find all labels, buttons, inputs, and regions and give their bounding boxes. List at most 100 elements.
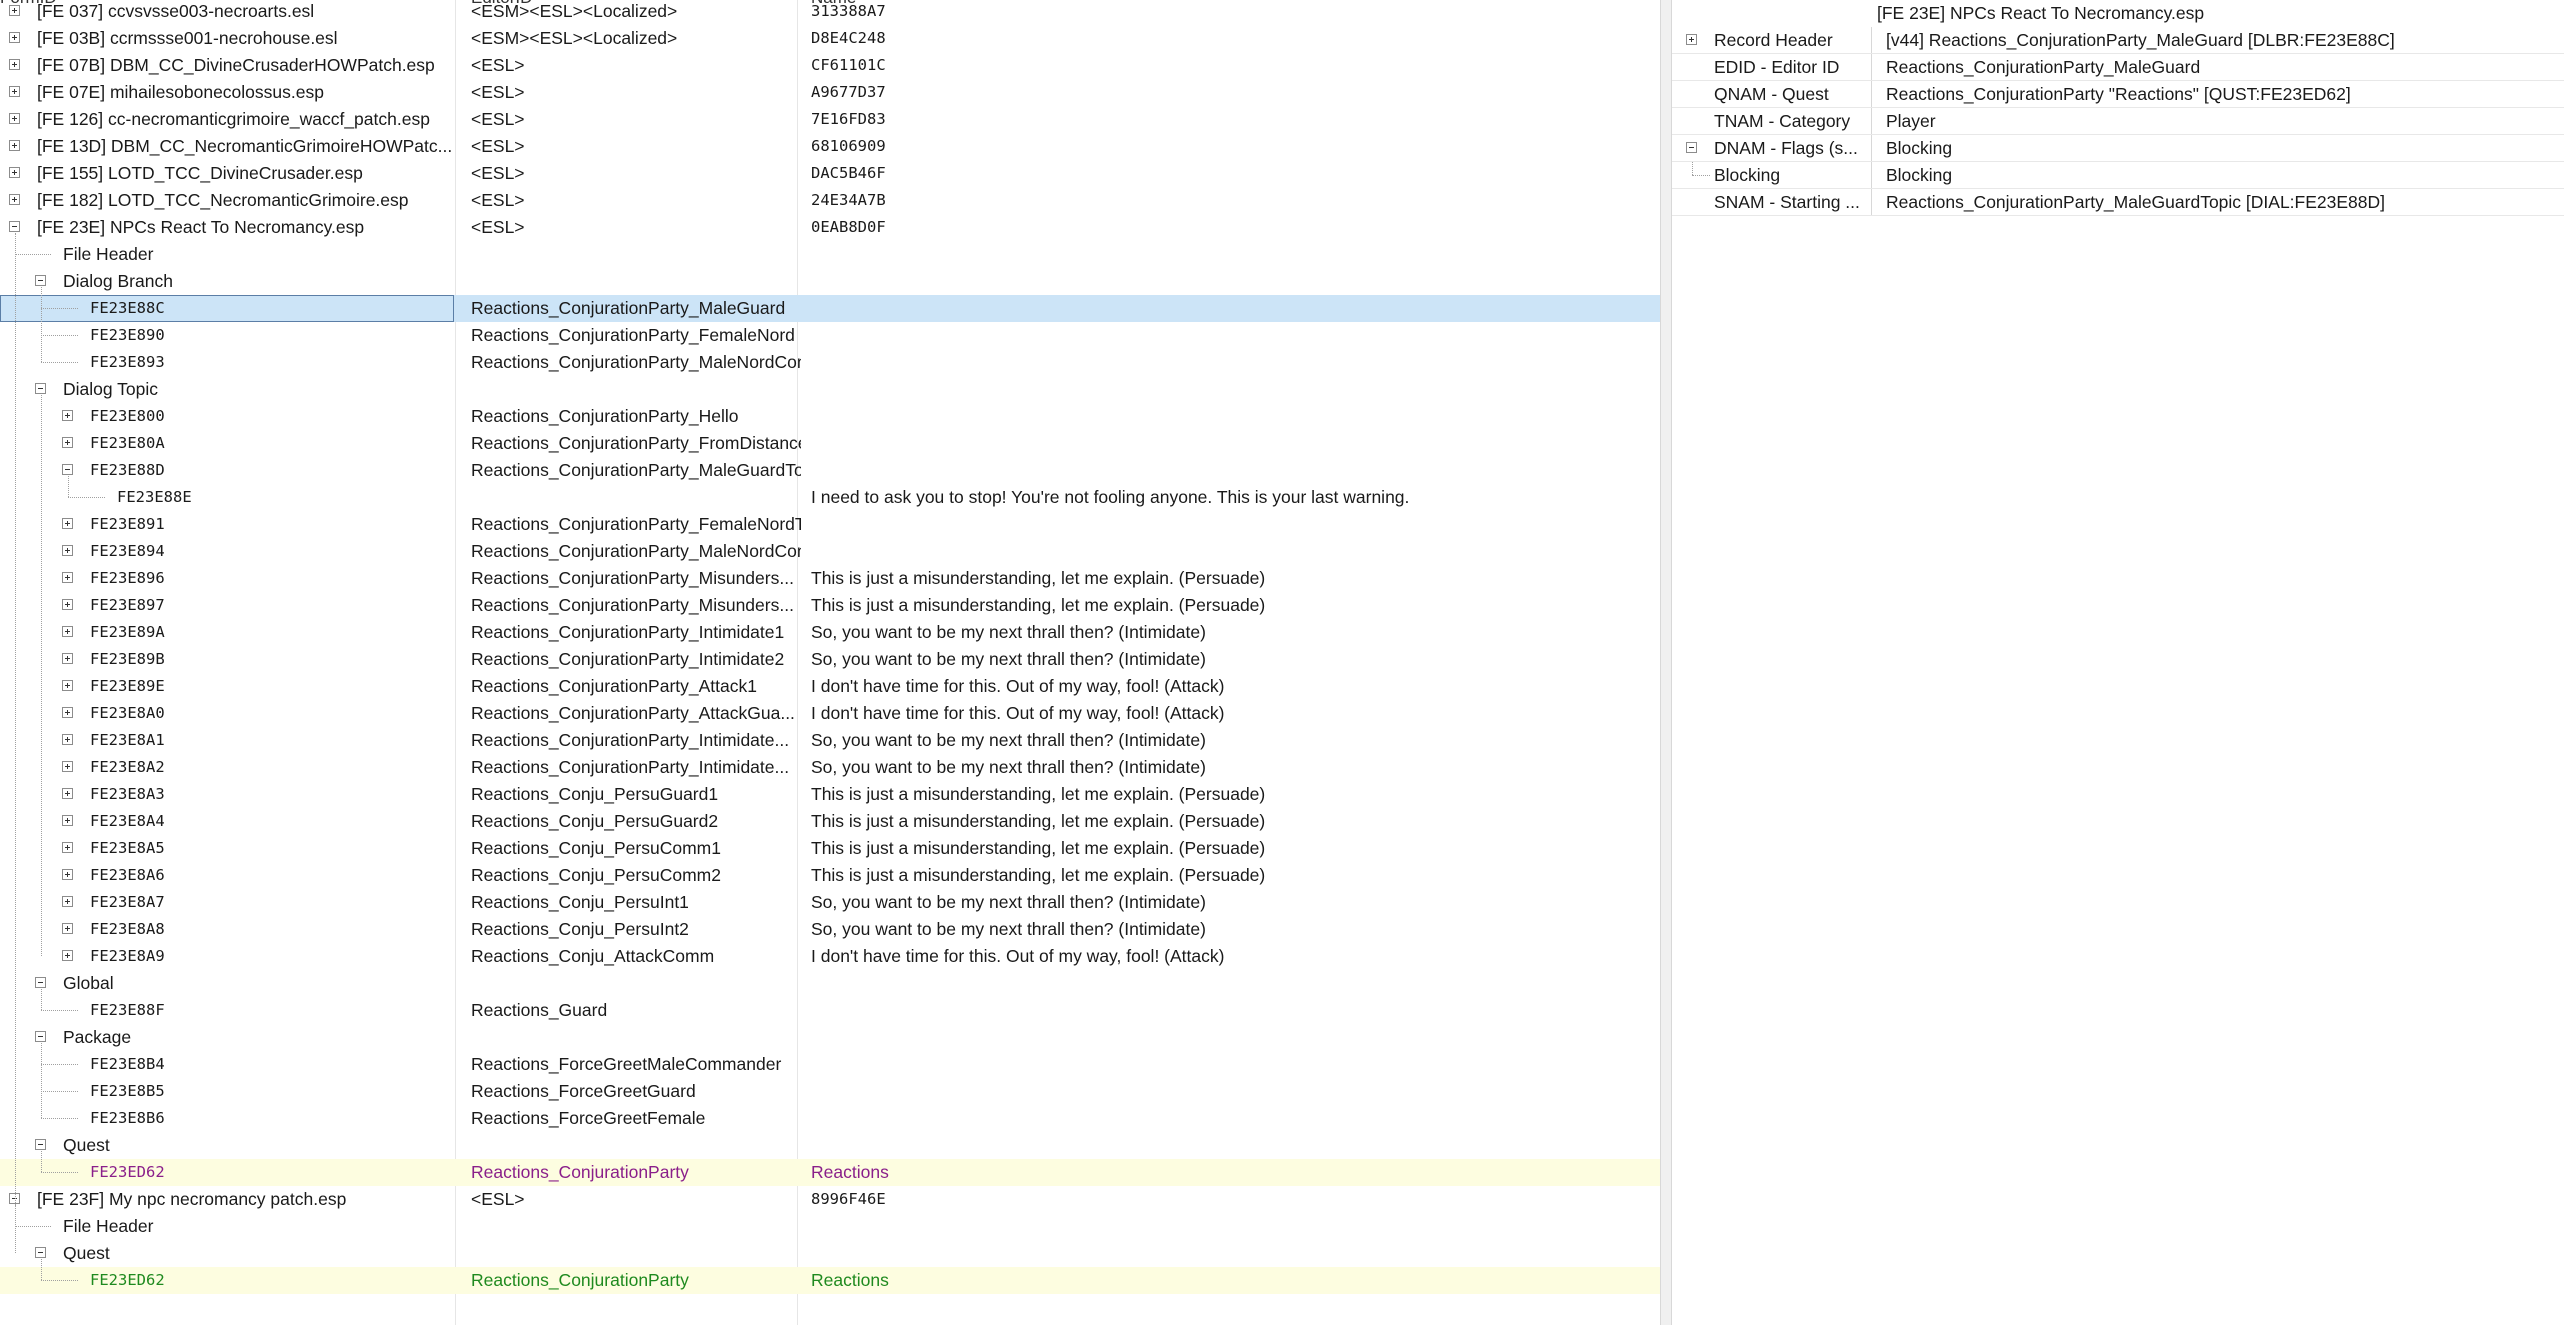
field-value[interactable]: Blocking — [1886, 162, 2556, 188]
formid-column: Dialog Branch — [0, 268, 454, 295]
plugin-row[interactable]: [FE 07B] DBM_CC_DivineCrusaderHOWPatch.e… — [0, 52, 1660, 79]
record-row[interactable]: FE23E89A Reactions_ConjurationParty_Intim… — [0, 619, 1660, 646]
formid-column: Package — [0, 1024, 454, 1051]
record-row[interactable]: FE23E800 Reactions_ConjurationParty_Hello — [0, 403, 1660, 430]
record-row[interactable]: FE23E891 Reactions_ConjurationParty_Femal… — [0, 511, 1660, 538]
formid-cell: FE23ED62 — [90, 1271, 165, 1289]
formid-column: FE23E8A8 — [0, 916, 454, 943]
name-cell — [811, 322, 1651, 349]
editorid-cell: <ESL> — [471, 190, 525, 210]
group-row[interactable]: Dialog Branch — [0, 268, 1660, 295]
group-row[interactable]: File Header — [0, 1213, 1660, 1240]
field-value[interactable]: Reactions_ConjurationParty_MaleGuardTopi… — [1886, 189, 2556, 215]
plugin-row[interactable]: [FE 23E] NPCs React To Necromancy.esp <ES… — [0, 214, 1660, 241]
plugin-row[interactable]: [FE 126] cc-necromanticgrimoire_waccf_pa… — [0, 106, 1660, 133]
editorid-cell: <ESL> — [471, 55, 525, 75]
name-cell: This is just a misunderstanding, let me … — [811, 865, 1266, 885]
panel-splitter[interactable] — [1660, 0, 1672, 1325]
record-row[interactable]: FE23E8A5 Reactions_Conju_PersuComm1 This i… — [0, 835, 1660, 862]
record-row[interactable]: FE23E89E Reactions_ConjurationParty_Attac… — [0, 673, 1660, 700]
editorid-cell: Reactions_ConjurationParty_MaleGuard — [471, 298, 786, 318]
plugin-row[interactable]: [FE 037] ccvsvsse003-necroarts.esl <ESM><… — [0, 0, 1660, 25]
group-row[interactable]: Quest — [0, 1240, 1660, 1267]
field-value[interactable]: Blocking — [1886, 135, 2556, 161]
record-field-row[interactable]: SNAM - Starting ... Reactions_Conjuration… — [1672, 189, 2564, 216]
field-value[interactable]: Reactions_ConjurationParty_MaleGuard — [1886, 54, 2556, 80]
group-row[interactable]: Global — [0, 970, 1660, 997]
record-row[interactable]: FE23E8A1 Reactions_ConjurationParty_Intim… — [0, 727, 1660, 754]
plugin-row[interactable]: [FE 23F] My npc necromancy patch.esp <ESL… — [0, 1186, 1660, 1213]
record-field-row[interactable]: QNAM - Quest Reactions_ConjurationParty "… — [1672, 81, 2564, 108]
record-row[interactable]: FE23E8A8 Reactions_Conju_PersuInt2 So, you… — [0, 916, 1660, 943]
record-row[interactable]: FE23ED62 Reactions_ConjurationParty Reacti… — [0, 1159, 1660, 1186]
formid-cell: FE23E8A3 — [90, 785, 165, 803]
editorid-cell — [471, 241, 801, 268]
plugin-row[interactable]: [FE 03B] ccrmssse001-necrohouse.esl <ESM>… — [0, 25, 1660, 52]
group-row[interactable]: Package — [0, 1024, 1660, 1051]
field-key-cell: SNAM - Starting ... — [1672, 189, 1872, 215]
record-row[interactable]: FE23E8A7 Reactions_Conju_PersuInt1 So, you… — [0, 889, 1660, 916]
plugin-row[interactable]: [FE 182] LOTD_TCC_NecromanticGrimoire.es… — [0, 187, 1660, 214]
editorid-cell: <ESL> — [471, 82, 525, 102]
collapse-icon[interactable] — [1686, 142, 1697, 153]
name-cell: A9677D37 — [811, 83, 886, 101]
record-row[interactable]: FE23E890 Reactions_ConjurationParty_Femal… — [0, 322, 1660, 349]
record-row[interactable]: FE23E894 Reactions_ConjurationParty_MaleN… — [0, 538, 1660, 565]
formid-column: FE23E8A1 — [0, 727, 454, 754]
record-row[interactable]: FE23E88D Reactions_ConjurationParty_MaleG… — [0, 457, 1660, 484]
record-row[interactable]: FE23E8A3 Reactions_Conju_PersuGuard1 This … — [0, 781, 1660, 808]
formid-cell: Dialog Branch — [63, 271, 173, 291]
record-row[interactable]: FE23E8A0 Reactions_ConjurationParty_Attac… — [0, 700, 1660, 727]
record-row[interactable]: FE23ED62 Reactions_ConjurationParty Reacti… — [0, 1267, 1660, 1294]
record-row[interactable]: FE23E89B Reactions_ConjurationParty_Intim… — [0, 646, 1660, 673]
tree-row-selected[interactable]: FE23E88C Reactions_ConjurationParty_MaleG… — [0, 295, 1660, 322]
formid-column: Quest — [0, 1240, 454, 1267]
record-row[interactable]: FE23E8B6 Reactions_ForceGreetFemale — [0, 1105, 1660, 1132]
record-row[interactable]: FE23E897 Reactions_ConjurationParty_Misun… — [0, 592, 1660, 619]
formid-column: FE23E800 — [0, 403, 454, 430]
name-cell — [811, 511, 1651, 538]
editorid-cell: Reactions_ConjurationParty_Misunders... — [471, 595, 794, 615]
record-row[interactable]: FE23E8B4 Reactions_ForceGreetMaleCommande… — [0, 1051, 1660, 1078]
record-row[interactable]: FE23E80A Reactions_ConjurationParty_FromD… — [0, 430, 1660, 457]
plugin-row[interactable]: [FE 07E] mihailesobonecolossus.esp <ESL> A… — [0, 79, 1660, 106]
record-field-row[interactable]: Record Header [v44] Reactions_Conjuration… — [1672, 27, 2564, 54]
group-row[interactable]: Dialog Topic — [0, 376, 1660, 403]
field-name: TNAM - Category — [1714, 111, 1851, 131]
record-field-row[interactable]: TNAM - Category Player — [1672, 108, 2564, 135]
record-row[interactable]: FE23E893 Reactions_ConjurationParty_MaleN… — [0, 349, 1660, 376]
record-row[interactable]: FE23E8A9 Reactions_Conju_AttackComm I don'… — [0, 943, 1660, 970]
formid-cell: FE23E8A7 — [90, 893, 165, 911]
formid-cell: FE23E894 — [90, 542, 165, 560]
editorid-cell: Reactions_Conju_PersuComm1 — [471, 838, 721, 858]
editorid-cell: Reactions_ConjurationParty_Intimidate... — [471, 730, 790, 750]
field-name: QNAM - Quest — [1714, 84, 1829, 104]
editorid-cell: Reactions_ConjurationParty_Intimidate... — [471, 757, 790, 777]
editorid-cell: <ESL> — [471, 217, 525, 237]
field-value[interactable]: [v44] Reactions_ConjurationParty_MaleGua… — [1886, 27, 2556, 53]
name-cell: Reactions — [811, 1162, 889, 1182]
formid-column: Quest — [0, 1132, 454, 1159]
record-row[interactable]: FE23E8B5 Reactions_ForceGreetGuard — [0, 1078, 1660, 1105]
plugin-row[interactable]: [FE 155] LOTD_TCC_DivineCrusader.esp <ESL… — [0, 160, 1660, 187]
editorid-cell — [471, 1240, 801, 1267]
record-row[interactable]: FE23E8A2 Reactions_ConjurationParty_Intim… — [0, 754, 1660, 781]
record-field-row[interactable]: DNAM - Flags (s... Blocking — [1672, 135, 2564, 162]
record-row[interactable]: FE23E88E I need to ask you to stop! You'r… — [0, 484, 1660, 511]
expand-icon[interactable] — [1686, 34, 1697, 45]
record-row[interactable]: FE23E8A6 Reactions_Conju_PersuComm2 This i… — [0, 862, 1660, 889]
group-row[interactable]: File Header — [0, 241, 1660, 268]
record-field-row[interactable]: Blocking Blocking — [1672, 162, 2564, 189]
field-value[interactable]: Reactions_ConjurationParty "Reactions" [… — [1886, 81, 2556, 107]
group-row[interactable]: Quest — [0, 1132, 1660, 1159]
plugin-row[interactable]: [FE 13D] DBM_CC_NecromanticGrimoireHOWPa… — [0, 133, 1660, 160]
record-row[interactable]: FE23E88F Reactions_Guard — [0, 997, 1660, 1024]
tree-connector — [15, 233, 16, 1253]
record-row[interactable]: FE23E896 Reactions_ConjurationParty_Misun… — [0, 565, 1660, 592]
record-field-row[interactable]: EDID - Editor ID Reactions_ConjurationPar… — [1672, 54, 2564, 81]
formid-cell: [FE 037] ccvsvsse003-necroarts.esl — [37, 1, 315, 21]
field-value[interactable]: Player — [1886, 108, 2556, 134]
tree-connector — [41, 287, 42, 362]
record-row[interactable]: FE23E8A4 Reactions_Conju_PersuGuard2 This … — [0, 808, 1660, 835]
formid-cell: Package — [63, 1027, 132, 1047]
